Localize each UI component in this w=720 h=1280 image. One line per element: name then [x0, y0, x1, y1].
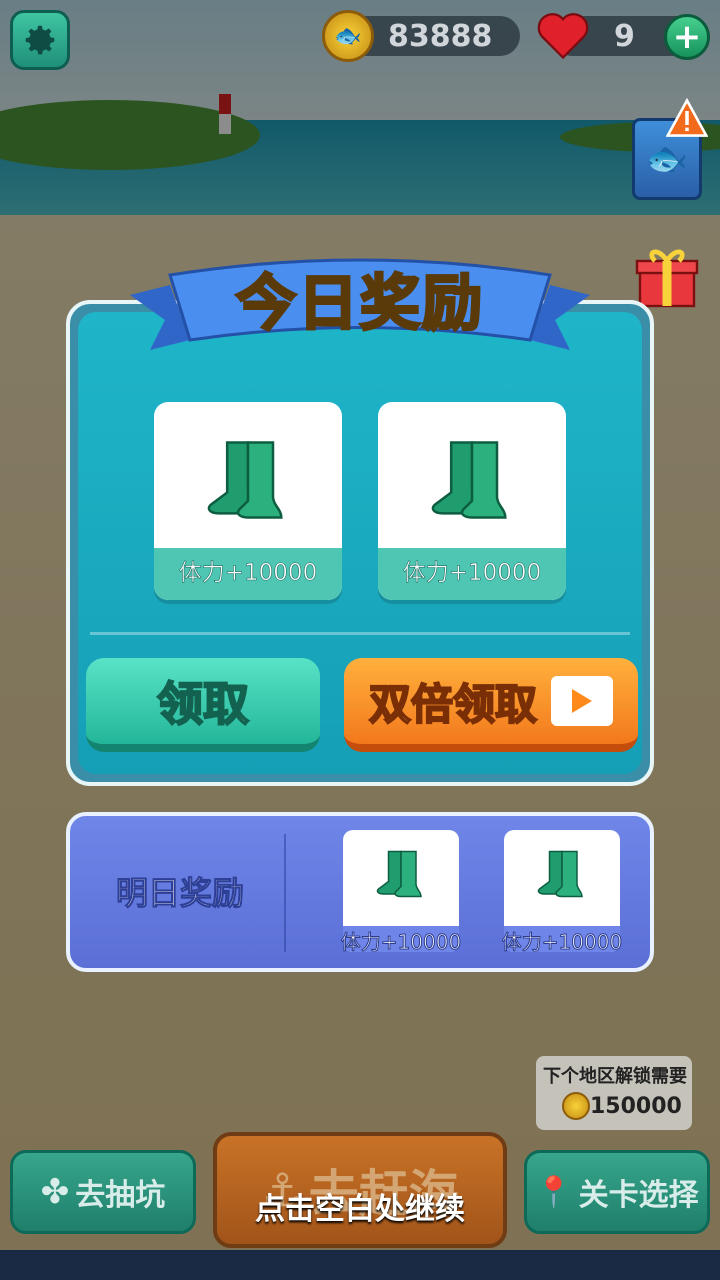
tomorrow-reward-label: 体力+10000 — [501, 930, 623, 955]
tomorrow-reward-title: 明日奖励 — [115, 874, 244, 913]
coin-icon — [562, 1092, 590, 1120]
coin-amount: 83888 — [388, 18, 493, 54]
reward-label: 体力+10000 — [154, 548, 342, 600]
add-lives-button[interactable]: + — [664, 14, 710, 60]
separator — [284, 834, 286, 952]
green-boots-icon — [431, 441, 507, 519]
gear-icon — [25, 25, 55, 55]
reward-card: 体力+10000 — [378, 402, 566, 600]
daily-reward-title: 今日奖励 — [235, 268, 484, 341]
tomorrow-reward-label: 体力+10000 — [340, 930, 462, 955]
unlock-text: 下个地区解锁需要 — [543, 1066, 687, 1087]
green-boots-icon — [207, 441, 283, 519]
settings-button[interactable] — [10, 10, 70, 70]
reward-label: 体力+10000 — [378, 548, 566, 600]
green-boots-icon — [537, 850, 583, 898]
continue-hint: 点击空白处继续 — [255, 1192, 465, 1227]
heart-icon — [537, 13, 589, 60]
divider — [90, 632, 630, 635]
gift-button[interactable] — [630, 240, 704, 312]
unlock-cost: 150000 — [590, 1094, 682, 1119]
alert-icon — [665, 97, 709, 138]
reward-card: 体力+10000 — [154, 402, 342, 600]
claim-button[interactable]: 领取 — [86, 658, 320, 752]
fish-icon: 🐟 — [645, 139, 689, 179]
bottom-strip — [0, 1250, 720, 1280]
video-ad-icon — [551, 676, 613, 726]
green-boots-icon — [376, 850, 422, 898]
double-claim-label: 双倍领取 — [368, 679, 538, 730]
claim-label: 领取 — [156, 676, 250, 732]
lives-amount: 9 — [614, 18, 635, 54]
gift-icon — [635, 249, 699, 308]
double-claim-button[interactable]: 双倍领取 — [344, 658, 638, 752]
coin-icon: 🐟 — [322, 10, 374, 62]
